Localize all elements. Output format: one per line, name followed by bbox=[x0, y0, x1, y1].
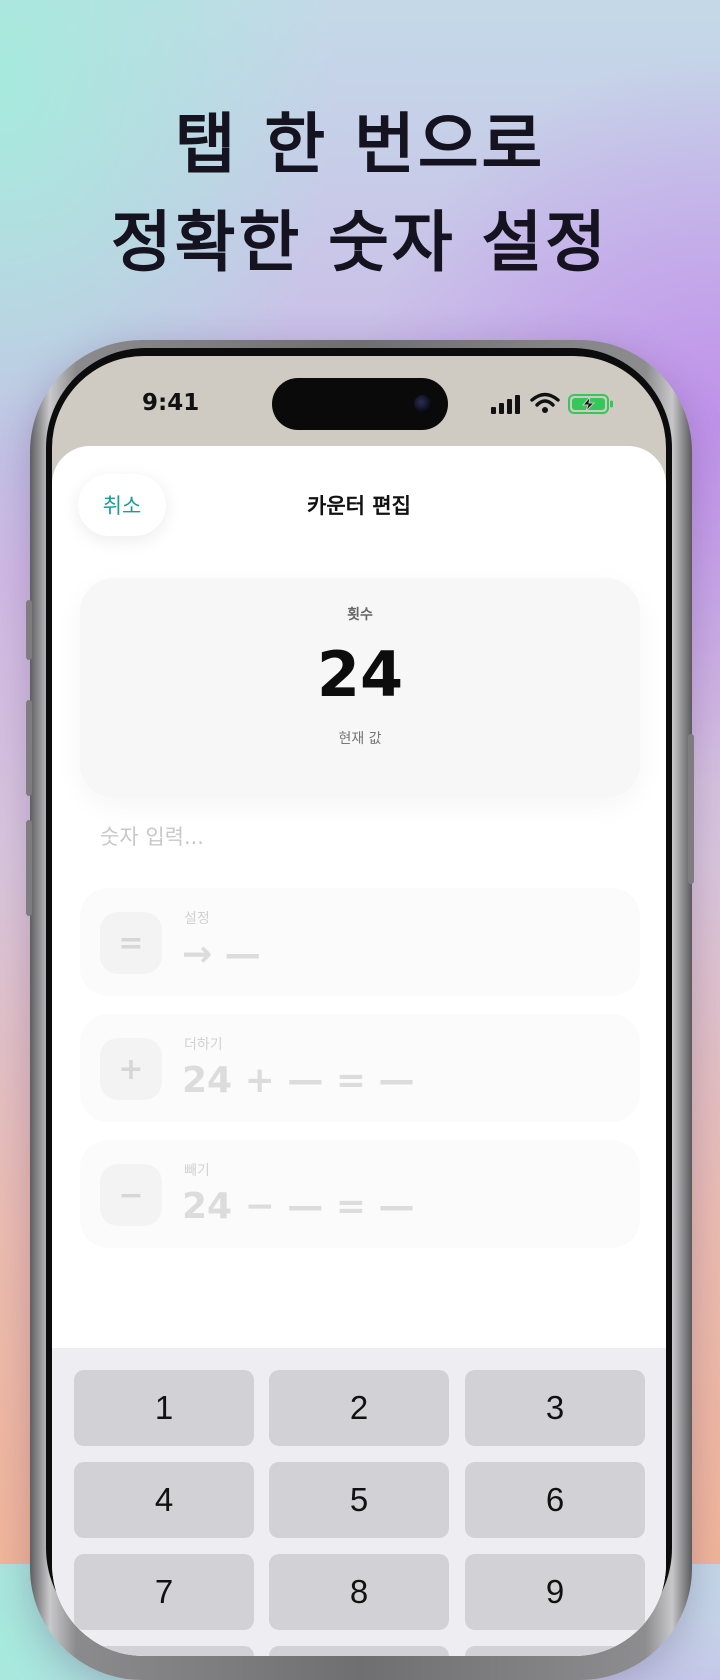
key-7[interactable]: 7 bbox=[74, 1554, 254, 1630]
key-delete[interactable] bbox=[465, 1646, 645, 1656]
counter-subtitle: 현재 값 bbox=[338, 731, 382, 747]
operation-expression: 24 + — = — bbox=[182, 1060, 415, 1101]
sheet-title: 카운터 편집 bbox=[307, 494, 411, 518]
number-input[interactable] bbox=[98, 816, 582, 858]
operation-expression: → — bbox=[182, 934, 261, 975]
volume-up-button bbox=[26, 700, 32, 796]
headline-line-1: 탭 한 번으로 bbox=[174, 106, 546, 183]
mute-switch bbox=[26, 600, 32, 660]
key-3[interactable]: 3 bbox=[465, 1370, 645, 1446]
set-operation-card[interactable]: = 설정 → — bbox=[80, 888, 640, 996]
status-time: 9:41 bbox=[142, 390, 200, 416]
operation-label: 빼기 bbox=[184, 1163, 210, 1179]
operation-label: 설정 bbox=[184, 911, 210, 927]
key-5[interactable]: 5 bbox=[269, 1462, 449, 1538]
key-9[interactable]: 9 bbox=[465, 1554, 645, 1630]
volume-down-button bbox=[26, 820, 32, 916]
key-2[interactable]: 2 bbox=[269, 1370, 449, 1446]
phone-screen: 9:41 취소 카운터 편집 횟수 24 현재 값 숫자 입력... = 설정 … bbox=[52, 356, 666, 1656]
subtract-operation-card[interactable]: − 빼기 24 − — = — bbox=[80, 1140, 640, 1248]
key-8[interactable]: 8 bbox=[269, 1554, 449, 1630]
numeric-keypad: 1 2 3 4 5 6 7 8 9 bbox=[52, 1348, 666, 1656]
minus-icon: − bbox=[100, 1164, 162, 1226]
camera-icon bbox=[414, 395, 432, 413]
edit-counter-sheet: 취소 카운터 편집 횟수 24 현재 값 = 설정 → — + 더하기 24 +… bbox=[52, 446, 666, 1656]
wifi-icon bbox=[530, 392, 560, 413]
operation-expression: 24 − — = — bbox=[182, 1186, 415, 1227]
add-operation-card[interactable]: + 더하기 24 + — = — bbox=[80, 1014, 640, 1122]
headline-line-2: 정확한 숫자 설정 bbox=[111, 204, 609, 281]
counter-card: 횟수 24 현재 값 bbox=[80, 578, 640, 798]
power-button bbox=[688, 734, 694, 884]
key-0[interactable] bbox=[269, 1646, 449, 1656]
signal-icon bbox=[491, 395, 520, 414]
counter-label: 횟수 bbox=[347, 607, 373, 623]
equals-icon: = bbox=[100, 912, 162, 974]
status-bar: 9:41 bbox=[52, 356, 666, 446]
key-1[interactable]: 1 bbox=[74, 1370, 254, 1446]
key-blank bbox=[74, 1646, 254, 1656]
plus-icon: + bbox=[100, 1038, 162, 1100]
key-6[interactable]: 6 bbox=[465, 1462, 645, 1538]
counter-value: 24 bbox=[316, 638, 404, 711]
dynamic-island bbox=[272, 378, 448, 430]
key-4[interactable]: 4 bbox=[74, 1462, 254, 1538]
operation-label: 더하기 bbox=[184, 1037, 223, 1053]
headline: 탭 한 번으로 정확한 숫자 설정 bbox=[0, 96, 720, 292]
battery-charging-icon bbox=[568, 394, 613, 414]
